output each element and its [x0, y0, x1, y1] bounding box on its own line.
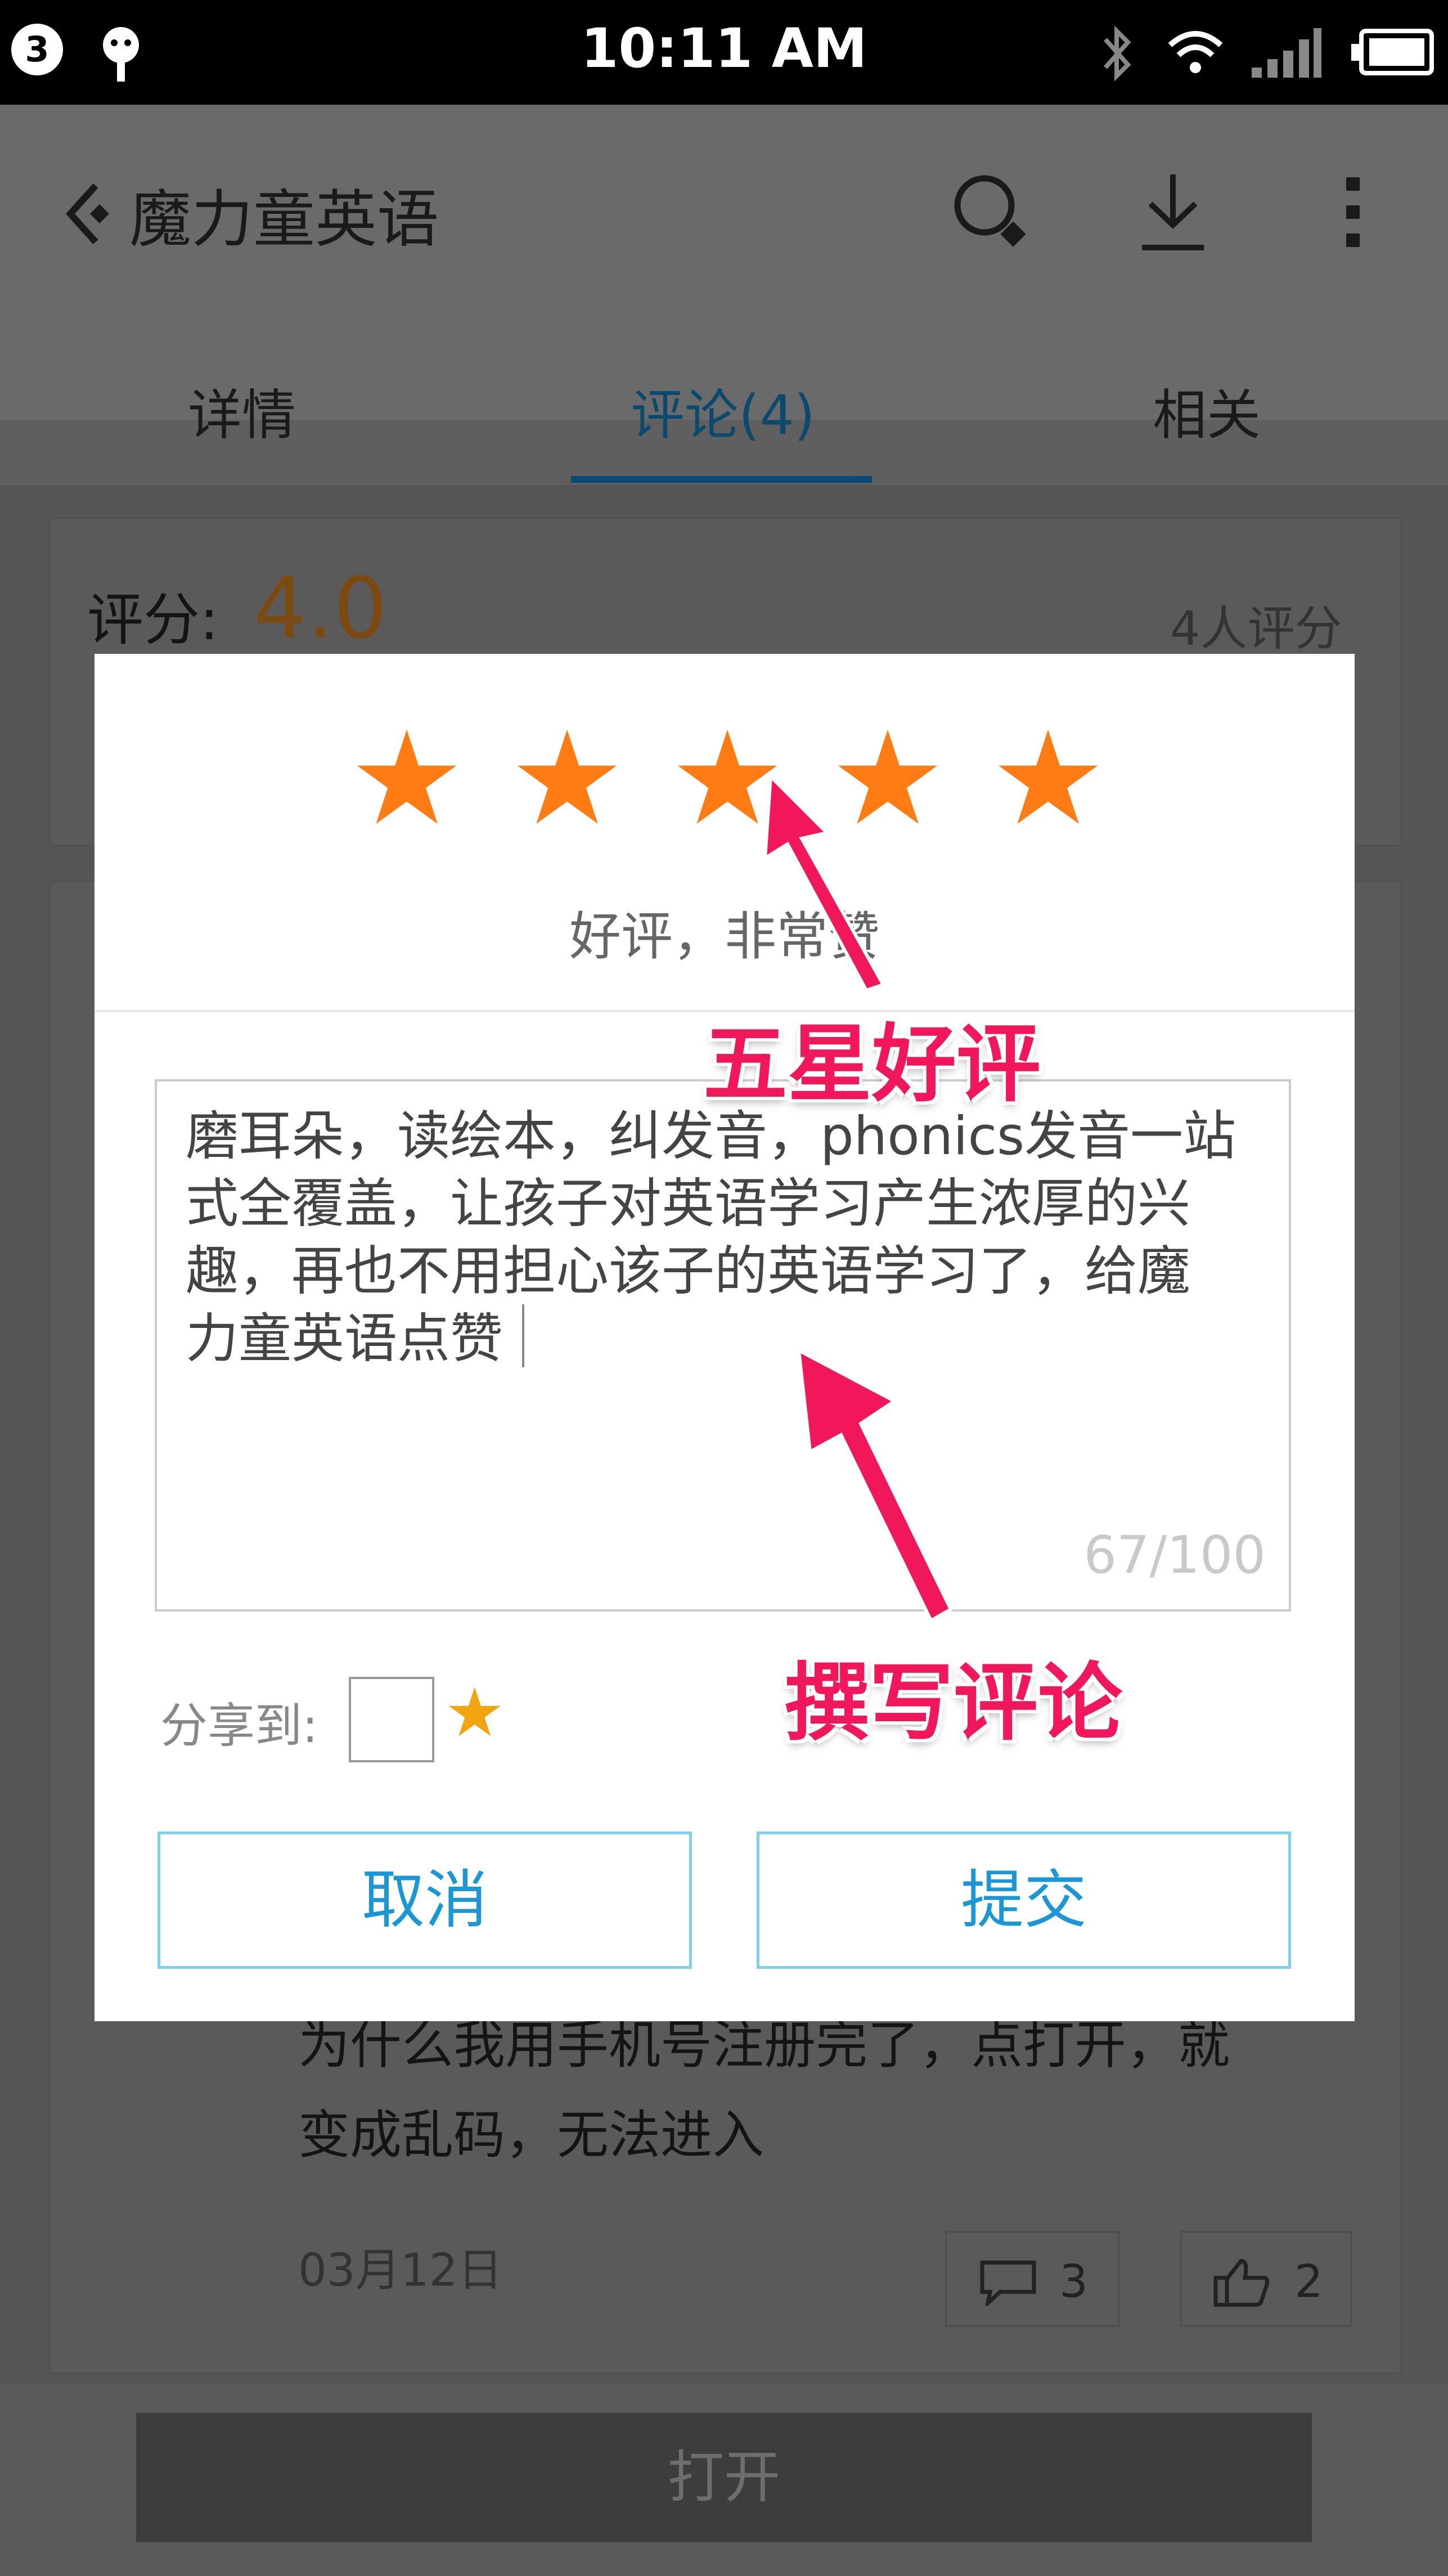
rating-label: 评分: — [87, 587, 219, 653]
wifi-icon — [1168, 31, 1223, 73]
share-checkbox[interactable] — [349, 1677, 434, 1762]
reply-count: 3 — [1059, 2255, 1088, 2308]
like-count: 2 — [1294, 2255, 1323, 2308]
comment-date: 03月12日 — [298, 2244, 503, 2296]
comment-input-text[interactable]: 磨耳朵，读绘本，纠发音，phonics发音一站 式全覆盖，让孩子对英语学习产生浓… — [186, 1103, 1288, 1373]
tab-reviews[interactable]: 评论(4) — [582, 371, 864, 450]
star-5-icon[interactable]: ★ — [990, 715, 1106, 844]
tab-indicator — [571, 476, 872, 483]
star-1-icon[interactable]: ★ — [349, 715, 465, 844]
comment-text-line2: 变成乱码，无法进入 — [298, 2105, 765, 2165]
reply-button[interactable]: 3 — [945, 2231, 1119, 2327]
search-icon[interactable] — [951, 169, 1029, 253]
status-bar: 3 10:11 AM — [0, 0, 1448, 105]
open-button[interactable]: 打开 — [136, 2413, 1312, 2542]
star-2-icon[interactable]: ★ — [509, 715, 625, 844]
page-title: 魔力童英语 — [129, 183, 439, 255]
status-time: 10:11 AM — [581, 17, 867, 80]
rating-score: 4.0 — [253, 560, 388, 658]
download-icon[interactable] — [1136, 169, 1209, 259]
more-options-icon[interactable] — [1342, 174, 1364, 253]
share-label: 分享到: — [160, 1698, 318, 1753]
submit-button[interactable]: 提交 — [757, 1832, 1291, 1969]
rating-count: 4人评分 — [1170, 601, 1342, 656]
comment-bubble-icon — [980, 2260, 1036, 2306]
like-button[interactable]: 2 — [1180, 2231, 1352, 2327]
annotation-five-star: 五星好评 — [703, 1016, 1041, 1114]
annotation-arrow-comment — [797, 1347, 953, 1623]
annotation-write-review: 撰写评论 — [785, 1654, 1123, 1752]
back-arrow-icon[interactable] — [62, 180, 118, 248]
text-cursor — [522, 1304, 524, 1367]
battery-icon — [1351, 29, 1434, 75]
thumbs-up-icon — [1213, 2259, 1270, 2307]
char-counter: 67/100 — [1083, 1525, 1266, 1585]
qzone-icon: ★ — [444, 1674, 505, 1752]
tab-related[interactable]: 相关 — [1066, 371, 1347, 450]
cancel-button[interactable]: 取消 — [158, 1832, 692, 1969]
signal-icon — [1252, 28, 1321, 78]
annotation-arrow-up — [763, 773, 886, 993]
tab-details[interactable]: 详情 — [101, 371, 383, 450]
bluetooth-icon — [1104, 25, 1131, 82]
rating-description: 好评，非常赞 — [569, 906, 880, 967]
